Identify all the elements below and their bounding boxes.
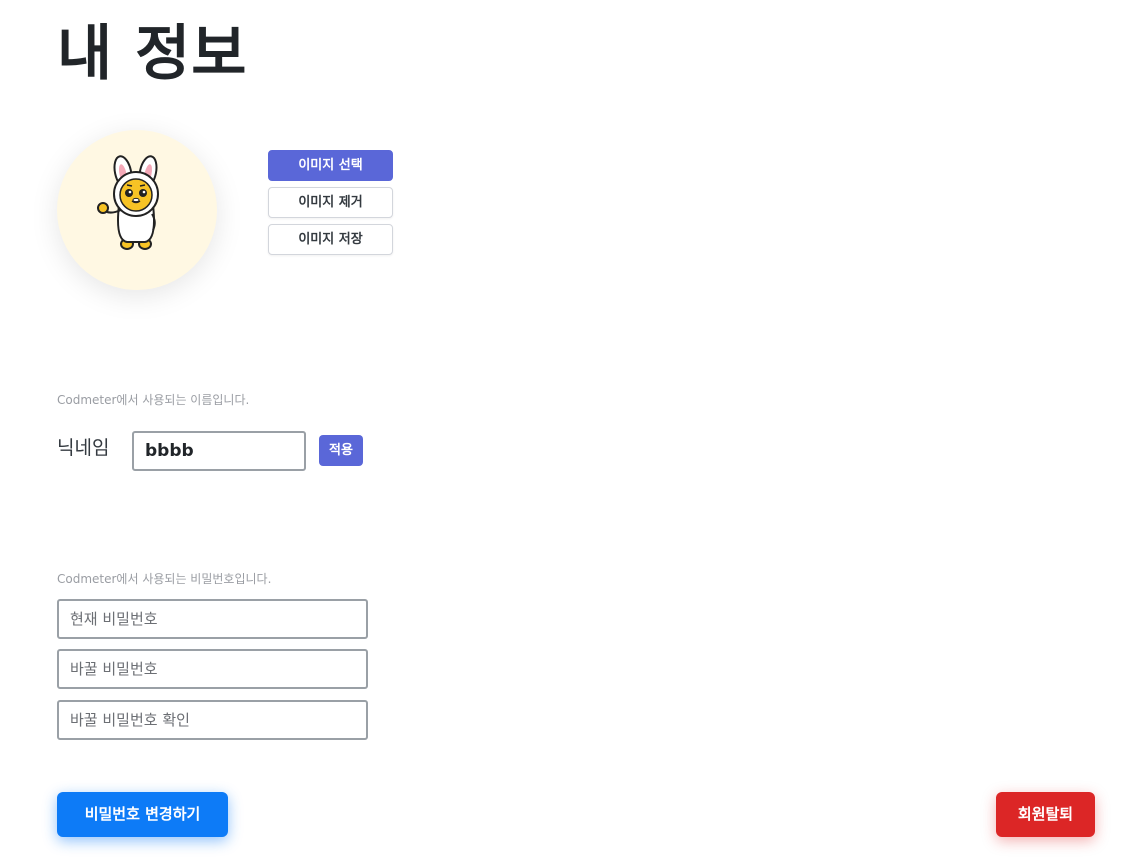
save-image-button[interactable]: 이미지 저장 — [268, 224, 393, 255]
nickname-helper-text: Codmeter에서 사용되는 이름입니다. — [57, 393, 250, 407]
new-password-input[interactable] — [57, 649, 368, 689]
page-title: 내 정보 — [57, 19, 248, 89]
change-password-button[interactable]: 비밀번호 변경하기 — [57, 792, 228, 837]
password-helper-text: Codmeter에서 사용되는 비밀번호입니다. — [57, 572, 272, 586]
apply-nickname-button[interactable]: 적용 — [319, 435, 363, 466]
withdraw-account-button[interactable]: 회원탈퇴 — [996, 792, 1095, 837]
remove-image-button[interactable]: 이미지 제거 — [268, 187, 393, 218]
select-image-button[interactable]: 이미지 선택 — [268, 150, 393, 181]
bunny-character-icon — [97, 155, 159, 250]
nickname-label: 닉네임 — [57, 437, 110, 459]
current-password-input[interactable] — [57, 599, 368, 639]
avatar — [57, 130, 217, 290]
nickname-input[interactable] — [132, 431, 306, 471]
confirm-password-input[interactable] — [57, 700, 368, 740]
my-info-page: 내 정보 이미지 선택 이미지 제거 이미지 저장 Codmeter에서 사용되… — [0, 0, 1145, 862]
